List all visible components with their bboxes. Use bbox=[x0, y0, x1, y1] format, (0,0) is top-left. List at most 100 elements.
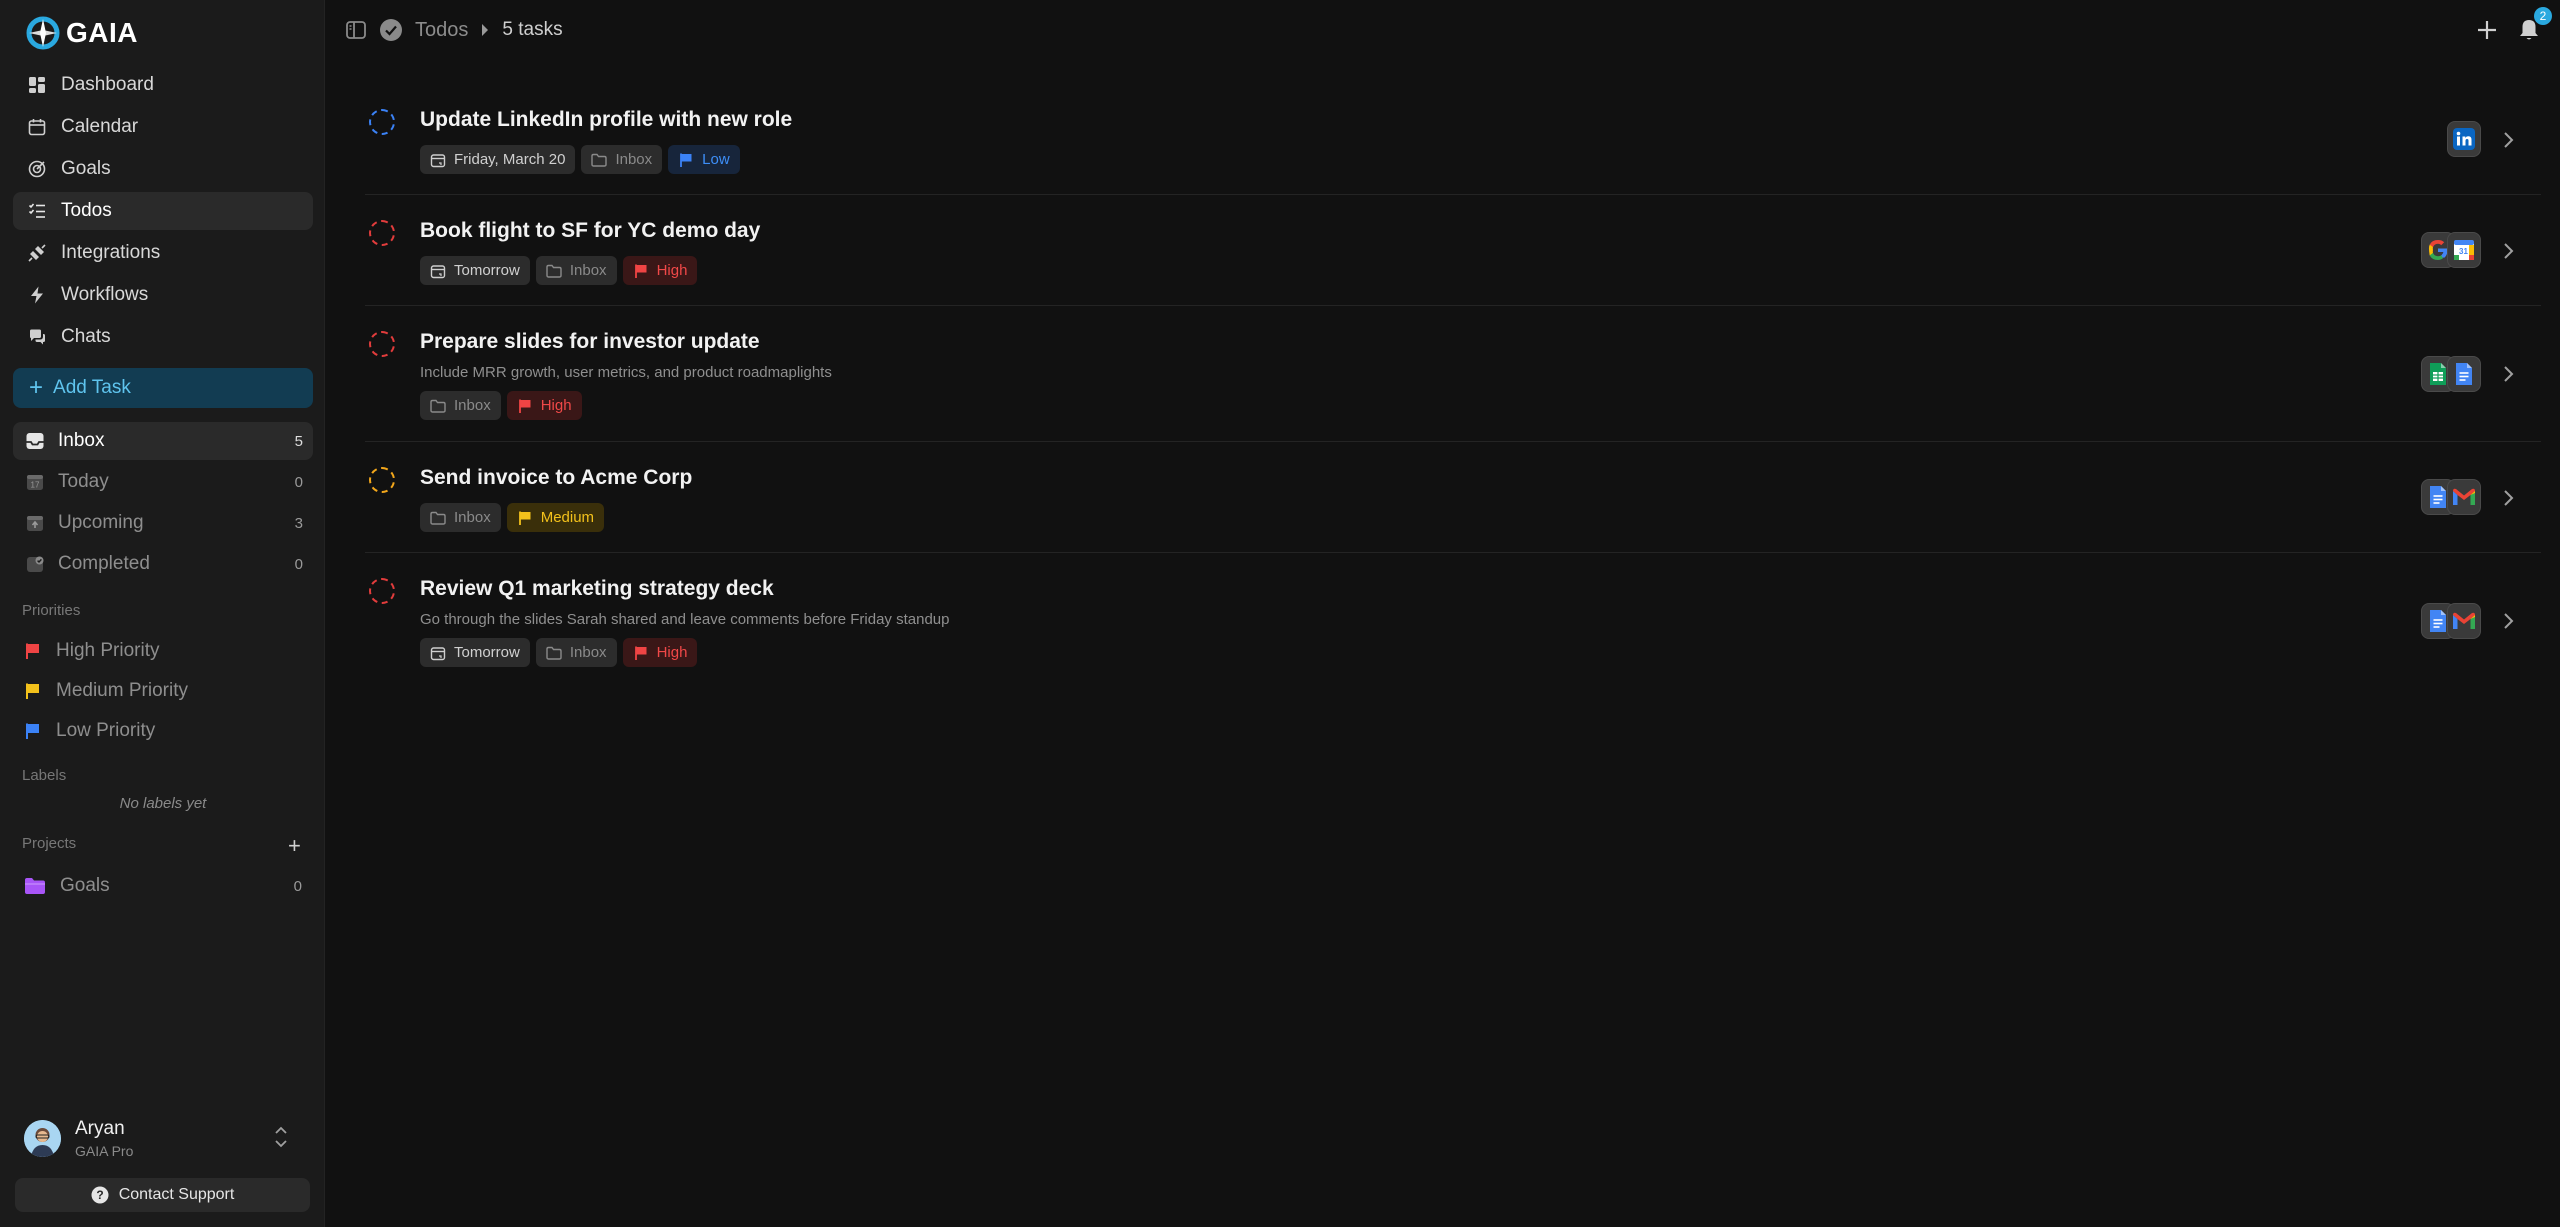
priority-chip[interactable]: Low bbox=[668, 145, 740, 174]
project-label: Inbox bbox=[569, 644, 607, 661]
priority-medium[interactable]: Medium Priority bbox=[24, 676, 188, 706]
nav-item-integrations[interactable]: Integrations bbox=[13, 234, 313, 272]
chevron-right-icon[interactable] bbox=[2501, 364, 2517, 384]
task-checkbox[interactable] bbox=[369, 220, 395, 246]
flag-red-icon bbox=[26, 643, 39, 659]
priority-high[interactable]: High Priority bbox=[24, 636, 159, 666]
flag-yellow-icon bbox=[518, 511, 531, 525]
task-title: Update LinkedIn profile with new role bbox=[420, 108, 793, 131]
nav-item-dashboard[interactable]: Dashboard bbox=[13, 66, 313, 104]
user-menu[interactable]: Aryan GAIA Pro bbox=[24, 1116, 304, 1160]
add-project-button[interactable]: + bbox=[288, 833, 301, 859]
nav-item-chats[interactable]: Chats bbox=[13, 318, 313, 356]
user-name: Aryan bbox=[75, 1117, 125, 1139]
project-chip[interactable]: Inbox bbox=[535, 638, 617, 667]
date-label: Tomorrow bbox=[454, 262, 520, 279]
date-chip[interactable]: Tomorrow bbox=[420, 256, 530, 285]
avatar-image bbox=[24, 1119, 61, 1157]
calendar-today-icon: 17 bbox=[27, 475, 43, 490]
priority-label: High Priority bbox=[56, 640, 160, 661]
nav-label: Todos bbox=[61, 200, 112, 221]
date-label: Friday, March 20 bbox=[454, 151, 566, 168]
task-checkbox[interactable] bbox=[369, 467, 395, 493]
project-label: Inbox bbox=[569, 262, 607, 279]
flag-red-icon bbox=[518, 399, 531, 413]
task-chips: Inbox High bbox=[420, 391, 582, 420]
priority-label: High bbox=[656, 262, 688, 279]
date-chip[interactable]: Friday, March 20 bbox=[420, 145, 576, 174]
priority-label: High bbox=[656, 644, 688, 661]
project-label: Inbox bbox=[454, 509, 491, 526]
project-goals[interactable]: Goals 0 bbox=[24, 871, 304, 901]
add-icon[interactable] bbox=[2473, 16, 2501, 44]
task-list: Update LinkedIn profile with new role Fr… bbox=[365, 84, 2541, 689]
task-chips: Friday, March 20 Inbox Low bbox=[420, 145, 740, 174]
priority-low[interactable]: Low Priority bbox=[24, 716, 155, 746]
task-checkbox[interactable] bbox=[369, 109, 395, 135]
project-chip[interactable]: Inbox bbox=[420, 391, 501, 420]
task-row[interactable]: Review Q1 marketing strategy deck Go thr… bbox=[365, 553, 2541, 689]
folder-icon bbox=[430, 399, 446, 413]
filter-today[interactable]: 17 Today 0 bbox=[13, 463, 313, 501]
linkedin-icon bbox=[2447, 121, 2481, 157]
task-integrations bbox=[2421, 356, 2481, 392]
priority-label: Medium Priority bbox=[56, 680, 188, 701]
add-task-button[interactable]: + Add Task bbox=[13, 368, 313, 408]
nav-item-todos[interactable]: Todos bbox=[13, 192, 313, 230]
app-logo[interactable]: GAIA bbox=[26, 16, 138, 50]
gmail-icon bbox=[2447, 603, 2481, 639]
filter-completed[interactable]: Completed 0 bbox=[13, 545, 313, 583]
google-docs-icon bbox=[2447, 356, 2481, 392]
chevron-right-icon[interactable] bbox=[2501, 488, 2517, 508]
date-chip[interactable]: Tomorrow bbox=[420, 638, 530, 667]
task-checkbox[interactable] bbox=[369, 331, 395, 357]
nav-label: Calendar bbox=[61, 116, 139, 137]
nav-item-goals[interactable]: Goals bbox=[13, 150, 313, 188]
task-checkbox[interactable] bbox=[369, 578, 395, 604]
filter-count: 3 bbox=[294, 514, 303, 532]
priority-chip[interactable]: High bbox=[622, 638, 698, 667]
calendar-icon bbox=[28, 119, 46, 136]
task-title: Prepare slides for investor update bbox=[420, 330, 760, 353]
task-filters: Inbox 5 17 Today 0 Upcoming 3 Completed … bbox=[13, 422, 313, 586]
task-row[interactable]: Book flight to SF for YC demo day Tomorr… bbox=[365, 195, 2541, 306]
plus-icon: + bbox=[29, 374, 44, 401]
chats-icon bbox=[30, 329, 45, 345]
todos-icon bbox=[28, 203, 45, 218]
gmail-icon bbox=[2447, 479, 2481, 515]
chevron-right-icon[interactable] bbox=[2501, 611, 2517, 631]
project-chip[interactable]: Inbox bbox=[420, 503, 501, 532]
top-bar: Todos 5 tasks 2 bbox=[325, 0, 2560, 64]
filter-inbox[interactable]: Inbox 5 bbox=[13, 422, 313, 460]
nav-item-calendar[interactable]: Calendar bbox=[13, 108, 313, 146]
inbox-icon bbox=[26, 433, 44, 449]
chevron-right-icon[interactable] bbox=[2501, 241, 2517, 261]
goals-icon bbox=[28, 160, 46, 178]
nav-item-workflows[interactable]: Workflows bbox=[13, 276, 313, 314]
page-title: Todos bbox=[415, 18, 469, 41]
priority-chip[interactable]: High bbox=[622, 256, 698, 285]
priority-chip[interactable]: Medium bbox=[506, 503, 605, 532]
completed-icon bbox=[27, 556, 44, 572]
chevron-right-icon[interactable] bbox=[2501, 130, 2517, 150]
task-title: Review Q1 marketing strategy deck bbox=[420, 577, 774, 600]
contact-support-button[interactable]: ? Contact Support bbox=[15, 1178, 310, 1212]
task-chips: Tomorrow Inbox High bbox=[420, 638, 698, 667]
support-label: Contact Support bbox=[118, 1186, 235, 1203]
lightning-icon bbox=[31, 286, 43, 304]
project-chip[interactable]: Inbox bbox=[581, 145, 663, 174]
avatar bbox=[24, 1119, 61, 1157]
task-integrations: 31 bbox=[2421, 232, 2481, 268]
project-chip[interactable]: Inbox bbox=[535, 256, 617, 285]
task-chips: Inbox Medium bbox=[420, 503, 605, 532]
priority-chip[interactable]: High bbox=[506, 391, 582, 420]
priority-label: Low bbox=[702, 151, 730, 168]
integrations-icon bbox=[28, 244, 46, 262]
filter-upcoming[interactable]: Upcoming 3 bbox=[13, 504, 313, 542]
task-row[interactable]: Update LinkedIn profile with new role Fr… bbox=[365, 84, 2541, 195]
task-row[interactable]: Prepare slides for investor update Inclu… bbox=[365, 306, 2541, 442]
sidebar-toggle-icon[interactable] bbox=[345, 19, 367, 41]
add-task-label: Add Task bbox=[53, 377, 131, 398]
task-row[interactable]: Send invoice to Acme Corp Inbox Medium bbox=[365, 442, 2541, 553]
logo-text: GAIA bbox=[66, 17, 138, 48]
